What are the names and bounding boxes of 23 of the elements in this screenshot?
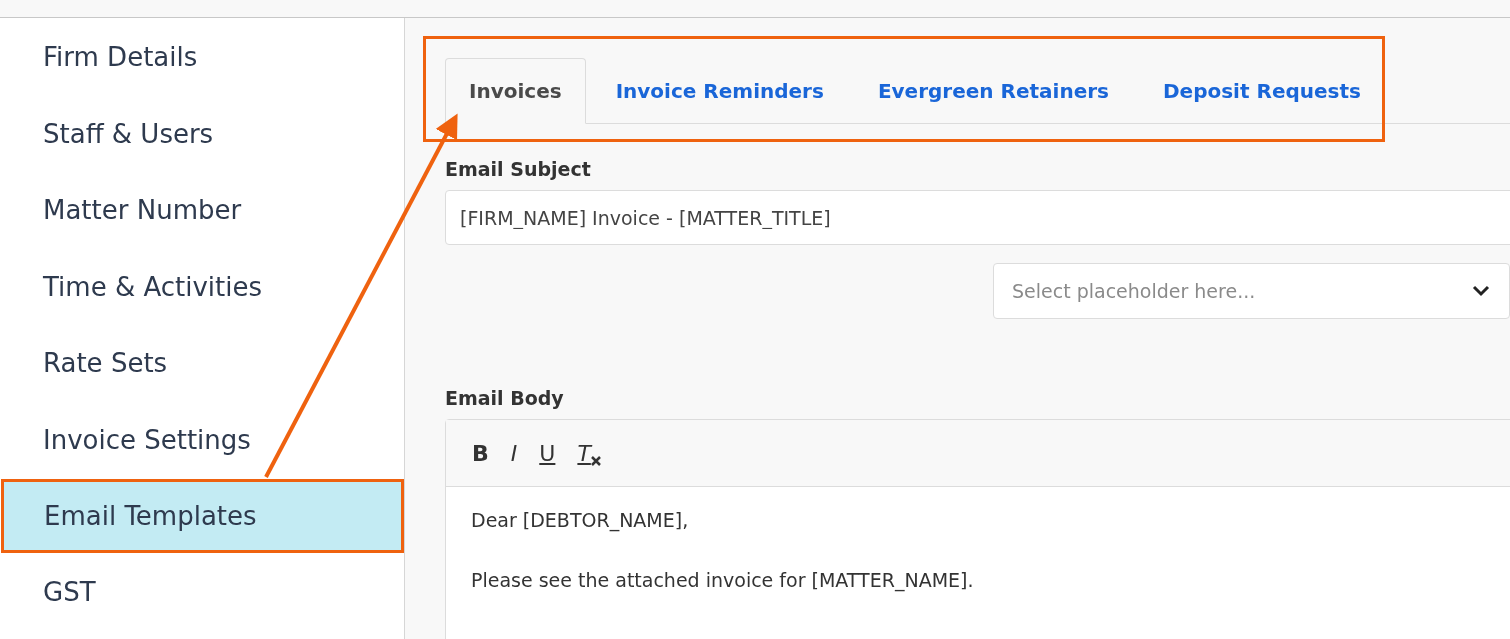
field-label: Email Subject <box>445 158 592 180</box>
italic-button[interactable]: I <box>508 440 520 466</box>
sidebar-item[interactable]: Staff & Users <box>0 95 404 172</box>
tab[interactable]: Deposit Requests <box>1139 58 1385 124</box>
sidebar-item[interactable]: Time & Activities <box>0 248 404 325</box>
underline-button[interactable]: U <box>537 440 558 466</box>
sidebar-item[interactable]: Rate Sets <box>0 325 404 402</box>
bold-button[interactable]: B <box>470 440 491 466</box>
sidebar-item[interactable]: Firm Details <box>0 19 404 96</box>
tab[interactable]: Invoice Reminders <box>591 58 848 124</box>
subject-field[interactable]: [FIRM_NAME] Invoice - [MATTER_TITLE] <box>445 190 1510 245</box>
placeholder-select[interactable]: Select placeholder here... <box>993 263 1510 319</box>
sidebar-item[interactable]: Email Templates <box>1 479 404 553</box>
body-text: Dear [DEBTOR_NAME], <box>471 509 690 531</box>
tab[interactable]: Evergreen Retainers <box>853 58 1133 124</box>
sidebar-item[interactable]: Matter Number <box>0 172 404 249</box>
tab[interactable]: Invoices <box>445 58 586 124</box>
sidebar-item[interactable]: Invoice Settings <box>0 401 404 478</box>
sidebar-item[interactable]: GST <box>0 554 404 631</box>
body-text: Please see the attached invoice for [MATTER_NAME]. <box>471 569 975 591</box>
rich-text-editor[interactable]: B I U T Dear [DEBTOR_NAME], Please see the attached invoice for [MATTER_NAME]. <box>445 419 1510 639</box>
field-label: Email Body <box>445 387 565 409</box>
clear-format-button[interactable]: T <box>575 440 603 466</box>
